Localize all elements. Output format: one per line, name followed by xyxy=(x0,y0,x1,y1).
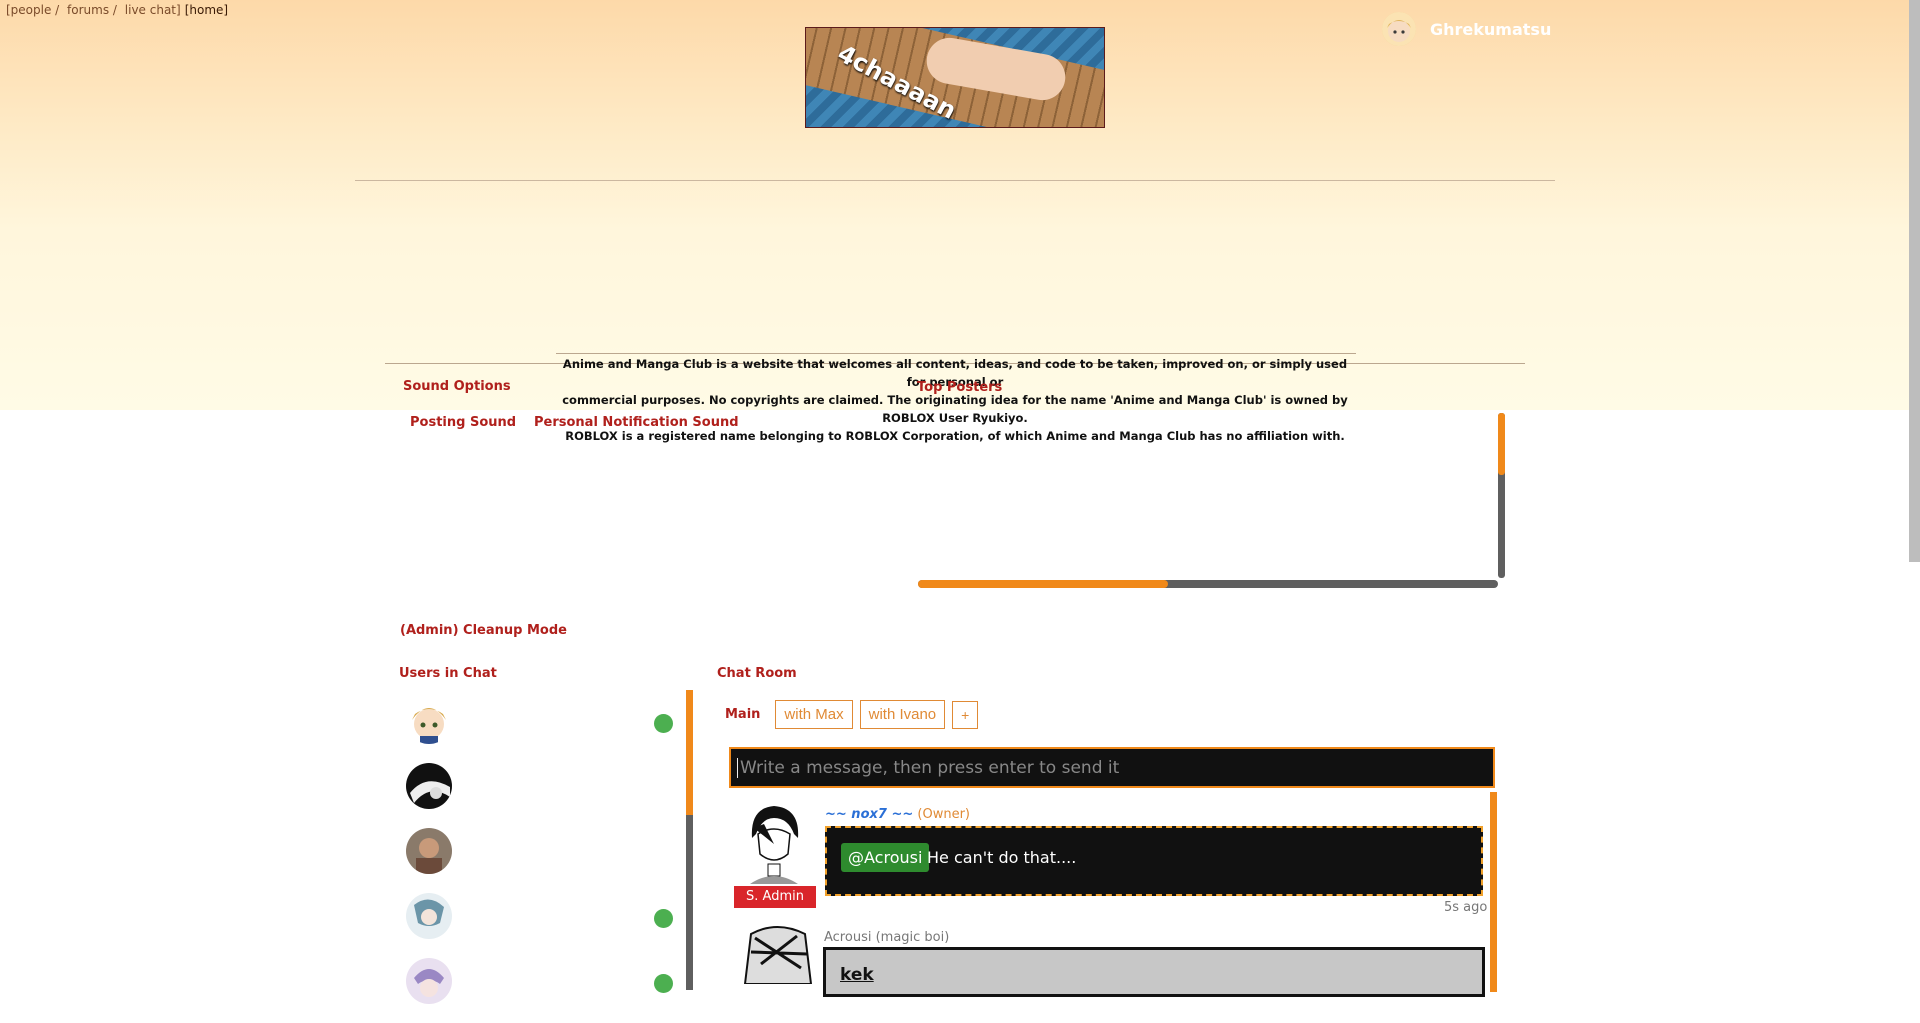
post-author-name[interactable]: ~~ nox7 ~~ xyxy=(825,807,913,822)
user-list-item[interactable] xyxy=(403,828,683,893)
posting-sound-link[interactable]: Posting Sound xyxy=(410,415,516,430)
chat-room-heading: Chat Room xyxy=(717,666,797,681)
chat-scroll-thumb[interactable] xyxy=(1490,792,1497,992)
message-input[interactable]: Write a message, then press enter to sen… xyxy=(729,747,1495,788)
user-avatar[interactable] xyxy=(1382,12,1416,46)
avatar[interactable] xyxy=(406,763,452,809)
header-divider xyxy=(355,180,1555,181)
post-message: kek xyxy=(823,947,1485,997)
post-author-name[interactable]: Acrousi (magic boi) xyxy=(824,930,949,945)
user-list-item[interactable] xyxy=(403,698,683,763)
rank-badge: S. Admin xyxy=(734,886,816,908)
breadcrumb-people[interactable]: [people / xyxy=(6,3,59,17)
tab-with-ivano[interactable]: with Ivano xyxy=(859,700,946,729)
breadcrumb-home[interactable]: [home] xyxy=(185,3,228,17)
avatar[interactable] xyxy=(406,828,452,874)
disclaimer-divider xyxy=(556,353,1356,354)
users-list-scroll-thumb[interactable] xyxy=(686,690,693,815)
mention-tag[interactable]: @Acrousi xyxy=(841,843,930,872)
breadcrumb: [people / forums / live chat] [home] xyxy=(6,3,232,17)
post-author-role-close: ) xyxy=(964,807,970,822)
post-message: @Acrousi He can't do that.... xyxy=(825,826,1483,896)
post-avatar[interactable] xyxy=(741,924,815,984)
avatar[interactable] xyxy=(406,958,452,1004)
post-timestamp: 5s ago xyxy=(1444,900,1488,915)
disclaimer: Anime and Manga Club is a website that w… xyxy=(552,355,1358,445)
user-list-item[interactable] xyxy=(403,893,683,958)
page-scrollbar[interactable] xyxy=(1909,0,1920,562)
post-message-text: He can't do that.... xyxy=(927,848,1077,867)
user-menu[interactable]: Ghrekumatsu xyxy=(1382,12,1551,46)
tab-main[interactable]: Main xyxy=(725,707,760,722)
top-posters-link[interactable]: Top Posters xyxy=(917,380,1002,395)
add-tab-button[interactable]: + xyxy=(952,700,979,729)
username[interactable]: Ghrekumatsu xyxy=(1430,20,1551,39)
post-author-role: Owner xyxy=(922,807,965,822)
top-posters-vertical-scroll-thumb[interactable] xyxy=(1498,413,1505,475)
user-list-item[interactable] xyxy=(403,958,683,1023)
online-status-indicator xyxy=(654,714,673,733)
message-input-placeholder: Write a message, then press enter to sen… xyxy=(740,758,1120,778)
users-in-chat-heading: Users in Chat xyxy=(399,666,497,681)
post-author: ~~ nox7 ~~ (Owner) xyxy=(825,807,970,822)
online-status-indicator xyxy=(654,909,673,928)
top-posters-horizontal-scroll-thumb[interactable] xyxy=(918,580,1168,588)
cleanup-mode-link[interactable]: (Admin) Cleanup Mode xyxy=(400,623,567,638)
user-list-item[interactable] xyxy=(403,763,683,828)
personal-notification-sound-link[interactable]: Personal Notification Sound xyxy=(534,415,739,430)
post-avatar[interactable] xyxy=(744,804,804,884)
chat-tabs: Main with Max with Ivano + xyxy=(717,700,985,729)
text-caret xyxy=(737,758,738,778)
avatar[interactable] xyxy=(406,893,452,939)
breadcrumb-forums[interactable]: forums / xyxy=(67,3,117,17)
sound-options-link[interactable]: Sound Options xyxy=(403,379,511,394)
site-banner[interactable]: 4chaaaan xyxy=(805,27,1105,128)
tab-with-max[interactable]: with Max xyxy=(775,700,853,729)
users-list xyxy=(403,698,683,1023)
avatar[interactable] xyxy=(406,698,452,744)
breadcrumb-live-chat[interactable]: live chat] xyxy=(125,3,181,17)
post-message-text: kek xyxy=(840,965,874,985)
